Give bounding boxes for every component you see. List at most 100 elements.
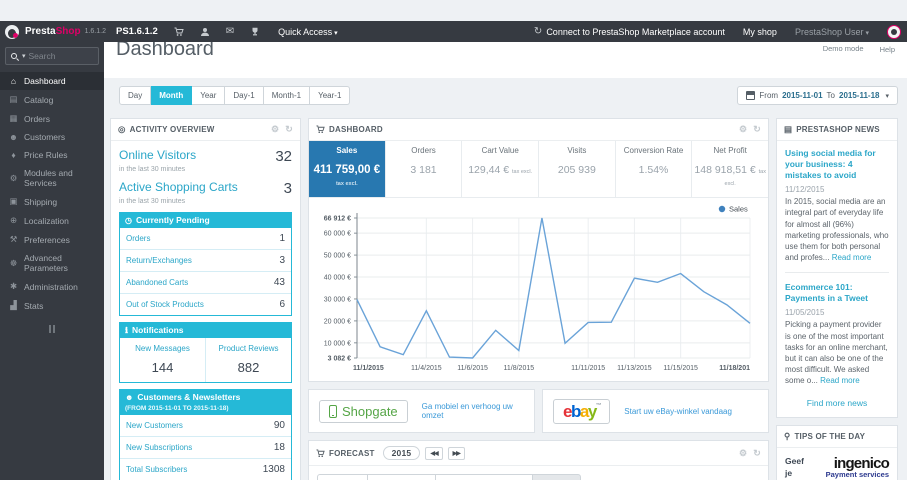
sidebar-item-customers[interactable]: ☻ Customers (0, 128, 104, 146)
tips-of-the-day-panel: ⚲ TIPS OF THE DAY ingenico Payment servi… (776, 425, 898, 480)
messages-icon[interactable]: ✉ (226, 26, 234, 37)
sidebar-collapse-toggle[interactable] (0, 325, 104, 333)
returns-link[interactable]: Return/Exchanges (126, 256, 192, 265)
metric-conversion-button[interactable]: Conversion (366, 474, 437, 480)
person-icon: ☻ (125, 392, 134, 402)
table-row: New Subscriptions 18 (120, 436, 291, 458)
sidebar-item-orders[interactable]: ▦ Orders (0, 109, 104, 128)
sidebar: ▾ ⌂Dashboard ▤Catalog ▦Orders ☻Customers… (0, 42, 104, 480)
pending-orders-link[interactable]: Orders (126, 234, 150, 243)
ebay-link[interactable]: Start uw eBay-winkel vandaag (624, 407, 732, 416)
period-month-1-button[interactable]: Month-1 (263, 86, 311, 105)
kpi-visits[interactable]: Visits 205 939 (538, 141, 615, 197)
svg-text:11/13/2015: 11/13/2015 (617, 365, 652, 372)
active-carts-link[interactable]: Active Shopping Carts (119, 180, 238, 194)
quick-access-menu[interactable]: Quick Access ▾ (278, 27, 338, 37)
shipping-icon: ▣ (9, 196, 18, 206)
refresh-icon[interactable]: ↻ (753, 124, 761, 135)
advanced-parameters-icon: ☸ (9, 257, 18, 268)
kpi-cart-value[interactable]: Cart Value 129,44 € tax excl. (461, 141, 538, 197)
shopgate-logo: Shopgate (319, 399, 408, 423)
sidebar-item-shipping[interactable]: ▣ Shipping (0, 192, 104, 211)
svg-text:11/1/2015: 11/1/2015 (353, 365, 384, 372)
calendar-icon (746, 91, 756, 100)
refresh-icon[interactable]: ↻ (285, 124, 293, 135)
news-headline-link[interactable]: Ecommerce 101: Payments in a Tweet (785, 282, 889, 304)
period-day-1-button[interactable]: Day-1 (225, 86, 264, 105)
gear-icon[interactable]: ⚙ (739, 448, 747, 459)
chevron-down-icon[interactable]: ▾ (22, 52, 26, 60)
shopgate-link[interactable]: Ga mobiel en verhoog uw omzet (422, 402, 524, 420)
trophy-icon[interactable] (250, 27, 260, 37)
news-headline-link[interactable]: Using social media for your business: 4 … (785, 148, 889, 181)
previous-year-button[interactable]: ◀◀ (425, 446, 443, 460)
kpi-row: Sales 411 759,00 € tax excl. Orders 3 181 … (309, 141, 768, 198)
sidebar-item-preferences[interactable]: ⚒ Preferences (0, 230, 104, 249)
sidebar-item-dashboard[interactable]: ⌂ Dashboard (0, 72, 104, 90)
read-more-link[interactable]: Read more (832, 253, 872, 262)
currently-pending-section: ◷ Currently Pending Orders 1 Return/Exchan… (119, 212, 292, 316)
find-more-news-link[interactable]: Find more news (785, 398, 889, 408)
period-month-button[interactable]: Month (151, 86, 193, 105)
metric-sales-button[interactable]: Sales (532, 474, 582, 480)
kpi-orders[interactable]: Orders 3 181 (384, 141, 462, 197)
panel-title: FORECAST (329, 448, 375, 458)
forecast-year-selector[interactable]: 2015 (382, 446, 421, 460)
sidebar-item-advanced-parameters[interactable]: ☸ Advanced Parameters (0, 249, 104, 277)
out-of-stock-link[interactable]: Out of Stock Products (126, 300, 204, 309)
news-excerpt: Picking a payment provider is one of the… (785, 320, 888, 386)
ebay-banner[interactable]: ebay™ Start uw eBay-winkel vandaag (542, 389, 769, 433)
sidebar-search[interactable]: ▾ (5, 47, 99, 65)
search-input[interactable] (28, 51, 93, 61)
table-row: New Customers 90 (126, 420, 285, 431)
avatar[interactable] (887, 24, 901, 39)
product-reviews-link[interactable]: Product Reviews (208, 344, 289, 353)
cart-icon[interactable] (174, 27, 184, 37)
kpi-net-profit[interactable]: Net Profit 148 918,51 € tax excl. (691, 141, 768, 197)
sidebar-item-stats[interactable]: ▟ Stats (0, 296, 104, 315)
period-year-1-button[interactable]: Year-1 (310, 86, 351, 105)
date-range-picker[interactable]: From 2015-11-01 To 2015-11-18 ▾ (737, 86, 898, 105)
prestashop-news-panel: ▤ PRESTASHOP NEWS Using social media for… (776, 118, 898, 419)
forecast-panel: FORECAST 2015 ◀◀ ▶▶ ⚙ ↻ Traffic Conversi… (308, 440, 769, 480)
cart-icon (316, 448, 325, 458)
employee-icon[interactable] (200, 27, 210, 37)
user-menu[interactable]: PrestaShop User ▾ (795, 27, 869, 37)
administration-icon: ✱ (9, 281, 18, 291)
new-subscriptions-link[interactable]: New Subscriptions (126, 443, 192, 452)
table-row: Total Subscribers 1308 (120, 458, 291, 480)
svg-text:3 082 €: 3 082 € (328, 356, 351, 363)
sidebar-item-catalog[interactable]: ▤ Catalog (0, 90, 104, 109)
news-date: 11/05/2015 (785, 308, 825, 318)
marketplace-link[interactable]: ↻ Connect to PrestaShop Marketplace accou… (534, 26, 725, 37)
new-customers-link[interactable]: New Customers (126, 421, 183, 430)
my-shop-link[interactable]: My shop (743, 27, 777, 37)
svg-text:20 000 €: 20 000 € (324, 318, 351, 325)
metric-average-cart-value-button[interactable]: Average Cart Value (435, 474, 534, 480)
gear-icon[interactable]: ⚙ (271, 124, 279, 135)
sidebar-item-modules[interactable]: ⚙ Modules and Services (0, 164, 104, 192)
kpi-sales[interactable]: Sales 411 759,00 € tax excl. (309, 141, 385, 197)
gear-icon[interactable]: ⚙ (739, 124, 747, 135)
divider (785, 272, 889, 274)
period-year-button[interactable]: Year (192, 86, 226, 105)
period-day-button[interactable]: Day (119, 86, 152, 105)
metric-traffic-button[interactable]: Traffic (317, 474, 368, 480)
kpi-conversion-rate[interactable]: Conversion Rate 1.54% (614, 141, 692, 197)
new-messages-cell: New Messages 144 (120, 338, 205, 382)
cart-icon (316, 125, 325, 134)
new-messages-link[interactable]: New Messages (122, 344, 203, 353)
sidebar-item-administration[interactable]: ✱ Administration (0, 277, 104, 296)
sidebar-item-localization[interactable]: ⊕ Localization (0, 211, 104, 230)
shopgate-banner[interactable]: Shopgate Ga mobiel en verhoog uw omzet (308, 389, 535, 433)
chevron-down-icon: ▾ (334, 29, 338, 37)
online-visitors-link[interactable]: Online Visitors (119, 148, 196, 162)
next-year-button[interactable]: ▶▶ (447, 446, 465, 460)
total-subscribers-link[interactable]: Total Subscribers (126, 465, 187, 474)
abandoned-carts-link[interactable]: Abandoned Carts (126, 278, 188, 287)
read-more-link[interactable]: Read more (820, 376, 860, 385)
section-date-range: (FROM 2015-11-01 TO 2015-11-18) (119, 405, 292, 415)
refresh-icon[interactable]: ↻ (753, 448, 761, 459)
sidebar-item-price-rules[interactable]: ♦ Price Rules (0, 146, 104, 164)
orders-icon: ▦ (9, 113, 18, 123)
